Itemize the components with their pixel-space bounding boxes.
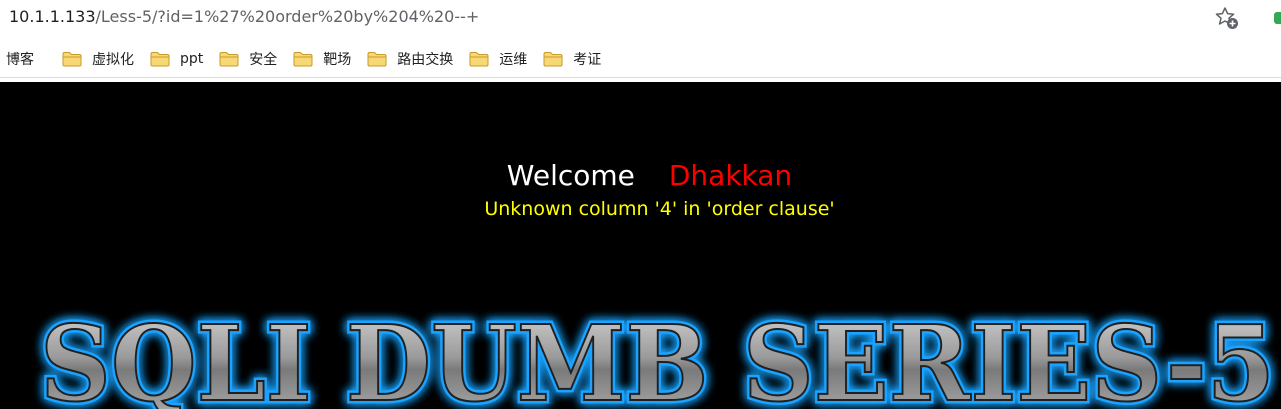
- folder-icon: [367, 52, 387, 67]
- bookmark-folder-0[interactable]: 虚拟化: [52, 49, 134, 69]
- folder-icon: [150, 52, 170, 67]
- folder-icon: [62, 52, 82, 67]
- folder-icon: [219, 52, 239, 67]
- bookmark-folder-3[interactable]: 靶场: [283, 49, 351, 69]
- folder-icon: [543, 52, 563, 67]
- add-bookmark-star-icon[interactable]: [1214, 5, 1240, 31]
- bookmarks-bar: 博客 虚拟化 ppt 安全 靶场 路由交换 运维 考证: [0, 41, 1281, 78]
- bookmark-label: 考证: [573, 52, 602, 68]
- extension-icon[interactable]: [1274, 12, 1281, 24]
- bookmark-label: 运维: [499, 52, 528, 68]
- sqli-dumb-series-banner: SQLI DUMB SERIES-5 SQLI DUMB SERIES-5: [37, 299, 1279, 409]
- bookmark-folder-1[interactable]: ppt: [140, 51, 203, 67]
- bookmark-label: 路由交换: [397, 52, 454, 68]
- bookmark-blog[interactable]: 博客: [6, 49, 34, 69]
- address-bar[interactable]: 10.1.1.133/Less-5/?id=1%27%20order%20by%…: [0, 0, 1281, 36]
- folder-icon: [293, 52, 313, 67]
- sql-error-message: Unknown column '4' in 'order clause': [484, 198, 835, 220]
- url-host: 10.1.1.133: [9, 7, 96, 26]
- bookmark-label: 安全: [249, 52, 278, 68]
- page-content: Welcome Dhakkan Unknown column '4' in 'or…: [0, 82, 1281, 409]
- bookmark-label: ppt: [180, 51, 204, 67]
- welcome-line: Welcome Dhakkan: [0, 159, 1281, 192]
- bookmark-folder-5[interactable]: 运维: [459, 49, 527, 69]
- bookmark-label: 虚拟化: [92, 52, 134, 68]
- username-text: Dhakkan: [668, 159, 793, 192]
- folder-icon: [469, 52, 489, 67]
- bookmark-folder-2[interactable]: 安全: [209, 49, 277, 69]
- welcome-text: Welcome: [506, 159, 635, 192]
- bookmark-label: 靶场: [323, 52, 352, 68]
- url-field[interactable]: 10.1.1.133/Less-5/?id=1%27%20order%20by%…: [9, 7, 479, 26]
- bookmark-label: 博客: [6, 52, 34, 68]
- bookmark-folder-4[interactable]: 路由交换: [357, 49, 453, 69]
- bookmark-folder-6[interactable]: 考证: [533, 49, 601, 69]
- banner-title-text: SQLI DUMB SERIES-5: [40, 302, 1275, 409]
- url-path: /Less-5/?id=1%27%20order%20by%204%20--+: [95, 7, 480, 26]
